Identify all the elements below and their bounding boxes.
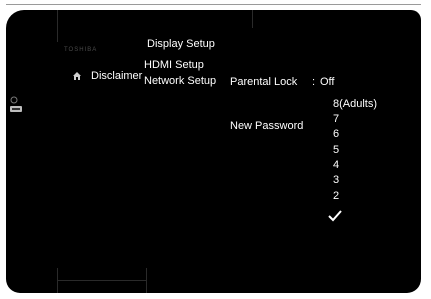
frame-line-left [57, 10, 58, 42]
rating-option[interactable]: 3 [333, 174, 339, 187]
rating-option[interactable]: 5 [333, 144, 339, 157]
checkmark-icon [328, 210, 342, 222]
rating-option[interactable]: 2 [333, 190, 339, 203]
parental-lock-separator: : [312, 76, 316, 88]
parental-lock-value[interactable]: Off [320, 76, 334, 89]
menu-item-disclaimer[interactable]: Disclaimer [91, 70, 142, 83]
disc-icon [10, 96, 22, 112]
tv-screen: TOSHIBA Disclaimer Display Setup HDMI Se… [6, 10, 421, 293]
menu-item-network-setup[interactable]: Network Setup [144, 75, 216, 88]
rating-option[interactable]: 4 [333, 159, 339, 172]
new-password-label: New Password [230, 120, 304, 132]
home-icon [73, 72, 81, 80]
frame-line-bottom [57, 280, 147, 281]
parental-lock-label: Parental Lock [230, 76, 298, 88]
brand-text: TOSHIBA [64, 47, 98, 53]
rating-option[interactable]: 7 [333, 113, 339, 126]
top-divider-line [6, 4, 421, 5]
rating-option[interactable]: 8(Adults) [333, 98, 377, 111]
menu-item-hdmi-setup[interactable]: HDMI Setup [144, 59, 204, 72]
menu-item-display-setup[interactable]: Display Setup [147, 38, 215, 51]
frame-line-mid [252, 10, 253, 28]
rating-option[interactable]: 6 [333, 128, 339, 141]
